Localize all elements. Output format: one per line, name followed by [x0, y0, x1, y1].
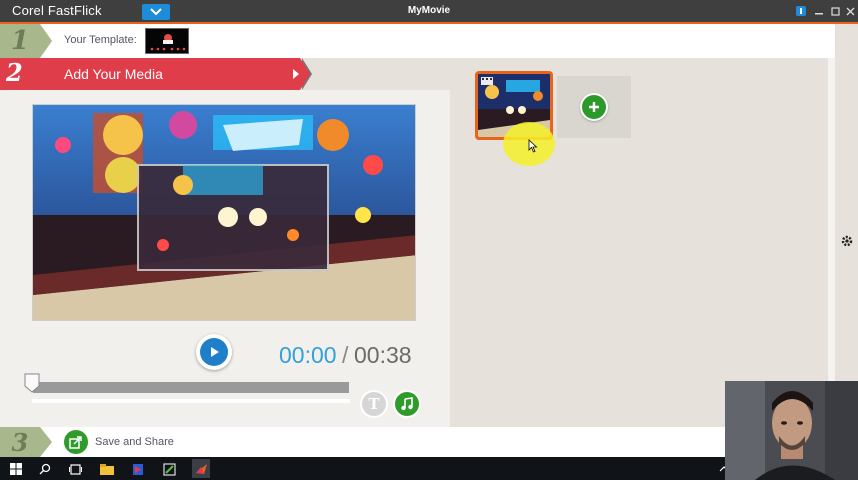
- play-button[interactable]: [196, 334, 232, 370]
- gear-icon: [841, 235, 853, 247]
- add-music-button[interactable]: [393, 390, 421, 418]
- chevron-right-icon: [293, 69, 299, 79]
- template-label: Your Template:: [64, 34, 137, 46]
- search-button[interactable]: [37, 461, 53, 477]
- play-button-face: [200, 338, 228, 366]
- mouse-cursor-icon: [528, 138, 538, 157]
- step-3-save-share: 3 Save and Share: [0, 427, 835, 457]
- step-number: 3: [0, 427, 40, 457]
- step-tab-arrow: [40, 427, 52, 457]
- save-share-label[interactable]: Save and Share: [95, 436, 174, 448]
- add-title-button[interactable]: T: [360, 390, 388, 418]
- settings-button[interactable]: [840, 234, 854, 252]
- windows-logo-icon: [10, 463, 22, 475]
- title-bar: Corel FastFlick MyMovie: [0, 0, 858, 24]
- task-view-button[interactable]: [67, 461, 83, 477]
- close-icon: [846, 7, 854, 15]
- step-number: 2: [6, 58, 23, 87]
- taskbar-app-1[interactable]: [130, 461, 146, 477]
- current-time: 00:00: [279, 342, 337, 368]
- time-separator: /: [342, 342, 349, 368]
- window-title: MyMovie: [407, 5, 451, 16]
- close-button[interactable]: [843, 4, 857, 18]
- maximize-icon: [830, 6, 840, 16]
- music-note-icon: [401, 397, 413, 411]
- template-thumbnail[interactable]: [145, 28, 189, 54]
- step-2-arrow: [300, 58, 310, 90]
- step-number: 1: [0, 24, 40, 58]
- step-2-add-media: 2 Add Your Media: [0, 58, 300, 90]
- maximize-button[interactable]: [828, 4, 842, 18]
- step-tab-arrow: [40, 24, 52, 58]
- minimize-button[interactable]: [812, 4, 826, 18]
- app-icon: [133, 463, 143, 475]
- folder-icon: [100, 463, 114, 475]
- webcam-overlay: [725, 381, 858, 480]
- help-button[interactable]: [794, 4, 808, 18]
- scrub-bar[interactable]: [33, 382, 349, 393]
- app-icon: [162, 462, 176, 476]
- video-preview[interactable]: [32, 104, 416, 321]
- taskbar-app-2[interactable]: [161, 461, 177, 477]
- taskbar-file-explorer[interactable]: [99, 461, 115, 477]
- fastflick-app-icon: [195, 464, 207, 474]
- add-media-button[interactable]: [580, 93, 608, 121]
- add-media-label: Add Your Media: [64, 66, 163, 82]
- panel-border: [828, 58, 835, 427]
- save-share-button[interactable]: [64, 430, 88, 454]
- plus-icon: [582, 95, 606, 119]
- audio-track-bar: [32, 399, 350, 403]
- share-icon: [69, 436, 82, 449]
- start-button[interactable]: [8, 461, 24, 477]
- step-1-template: 1 Your Template:: [0, 24, 835, 58]
- help-icon: [796, 6, 806, 16]
- taskbar-fastflick[interactable]: [192, 459, 210, 478]
- search-icon: [39, 463, 51, 475]
- play-icon: [211, 347, 219, 357]
- minimize-icon: [815, 13, 823, 15]
- title-icon: T: [368, 395, 380, 413]
- scrub-handle[interactable]: [24, 373, 40, 393]
- task-view-icon: [68, 463, 82, 475]
- total-time: 00:38: [354, 342, 412, 368]
